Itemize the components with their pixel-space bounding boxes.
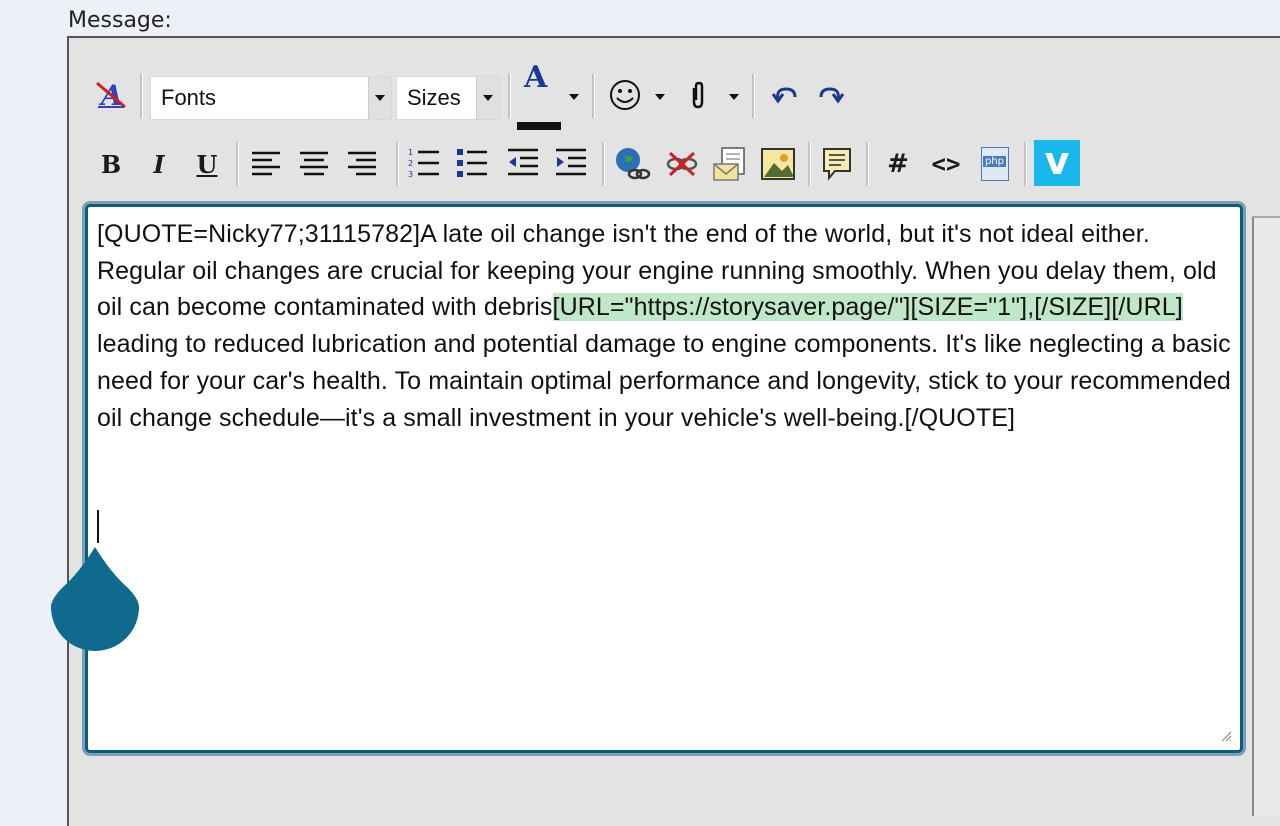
underline-glyph: U xyxy=(196,149,218,179)
remove-link-icon[interactable] xyxy=(662,146,702,182)
chevron-down-icon xyxy=(476,77,499,119)
code-icon[interactable]: <> xyxy=(926,146,966,182)
toolbar-separator xyxy=(752,74,755,118)
sizes-select-label: Sizes xyxy=(407,85,461,110)
svg-text:2: 2 xyxy=(408,159,413,168)
message-label: Message: xyxy=(68,8,172,33)
sizes-select[interactable]: Sizes xyxy=(396,76,500,120)
align-left-icon[interactable] xyxy=(248,146,284,180)
toolbar-separator xyxy=(140,74,143,118)
chevron-down-icon[interactable] xyxy=(566,90,582,104)
message-textarea-wrapper: [QUOTE=Nicky77;31115782]A late oil chang… xyxy=(82,201,1246,756)
fonts-select[interactable]: Fonts xyxy=(150,76,392,120)
toolbar-separator xyxy=(1024,142,1027,186)
highlight-size: [SIZE="1"],[/SIZE][/URL] xyxy=(910,293,1183,322)
redo-icon[interactable] xyxy=(814,80,848,110)
unordered-list-icon[interactable] xyxy=(454,144,490,182)
php-icon[interactable]: php xyxy=(976,144,1014,184)
smiley-icon[interactable] xyxy=(606,76,644,114)
italic-icon[interactable]: I xyxy=(142,146,176,182)
bold-glyph: B xyxy=(100,149,122,179)
cursor-handle-icon[interactable] xyxy=(51,545,139,651)
hash-icon[interactable]: # xyxy=(880,146,916,182)
highlight-url: [URL="https://storysaver.page/"] xyxy=(552,293,911,322)
message-textarea[interactable]: [QUOTE=Nicky77;31115782]A late oil chang… xyxy=(85,204,1243,753)
bold-icon[interactable]: B xyxy=(94,146,128,182)
vimeo-glyph: v xyxy=(1044,139,1070,183)
text-caret xyxy=(97,510,99,543)
insert-link-icon[interactable] xyxy=(612,144,652,184)
toolbar-separator xyxy=(602,142,605,186)
insert-image-icon[interactable] xyxy=(758,144,798,184)
chevron-down-icon xyxy=(368,77,391,119)
chevron-down-icon[interactable] xyxy=(726,90,742,104)
insert-email-icon[interactable] xyxy=(710,144,750,184)
svg-text:1: 1 xyxy=(408,148,413,157)
code-glyph: <> xyxy=(931,150,961,178)
resize-handle-icon[interactable] xyxy=(1220,730,1232,742)
remove-format-icon[interactable]: A xyxy=(92,76,130,112)
toolbar-separator xyxy=(592,74,595,118)
quote-icon[interactable] xyxy=(818,144,856,184)
align-center-icon[interactable] xyxy=(296,146,332,180)
text-color-bar xyxy=(517,122,561,130)
toolbar-separator xyxy=(808,142,811,186)
italic-glyph: I xyxy=(153,149,165,179)
toolbar-separator xyxy=(866,142,869,186)
attachment-icon[interactable] xyxy=(684,76,712,114)
undo-icon[interactable] xyxy=(768,80,802,110)
message-text: [QUOTE=Nicky77;31115782]A late oil chang… xyxy=(97,216,1232,436)
toolbar-separator xyxy=(396,142,399,186)
chevron-down-icon[interactable] xyxy=(652,90,668,104)
toolbar-separator xyxy=(236,142,239,186)
text-color-glyph: A xyxy=(524,60,548,95)
ordered-list-icon[interactable]: 1 2 3 xyxy=(406,144,442,182)
toolbar-separator xyxy=(508,74,511,118)
hash-glyph: # xyxy=(887,149,909,179)
svg-text:3: 3 xyxy=(408,170,413,179)
vimeo-icon[interactable]: v xyxy=(1034,140,1080,186)
align-right-icon[interactable] xyxy=(344,146,380,180)
outdent-icon[interactable] xyxy=(504,144,542,182)
php-glyph: php xyxy=(983,156,1007,167)
fonts-select-label: Fonts xyxy=(161,85,217,110)
side-panel xyxy=(1252,216,1280,816)
indent-icon[interactable] xyxy=(552,144,590,182)
underline-icon[interactable]: U xyxy=(190,146,224,182)
text-color-icon[interactable]: A xyxy=(516,58,562,132)
